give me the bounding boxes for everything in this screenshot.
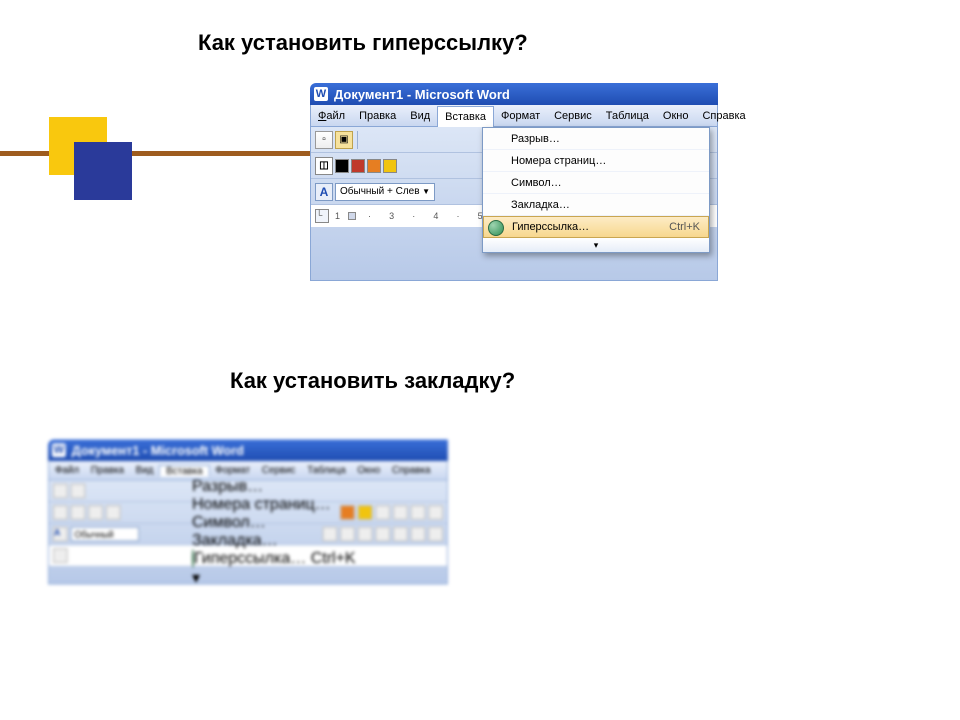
- color-swatch[interactable]: [367, 159, 381, 173]
- open-icon[interactable]: ▣: [335, 131, 353, 149]
- menu-insert[interactable]: Вставка: [437, 106, 494, 127]
- word-screenshot-hyperlink: W Документ1 - Microsoft Word ФФайлайл Пр…: [310, 83, 718, 281]
- menu-item-label: Закладка…: [511, 199, 570, 211]
- toolbar-icon[interactable]: [71, 484, 86, 499]
- style-select[interactable]: Обычный + Слев ▼: [335, 183, 435, 201]
- menu-table[interactable]: Таблица: [599, 105, 656, 126]
- toolbar-icon[interactable]: [71, 505, 86, 520]
- menu-bar: ФФайлайл Правка Вид Вставка Формат Серви…: [310, 105, 718, 127]
- title-bar: W Документ1 - Microsoft Word: [310, 83, 718, 105]
- menu-edit[interactable]: Правка: [352, 105, 403, 126]
- color-swatch[interactable]: [335, 159, 349, 173]
- menu-view[interactable]: Вид: [403, 105, 437, 126]
- menu-insert[interactable]: Вставка: [159, 464, 209, 476]
- menu-item-label: Разрыв…: [192, 478, 263, 495]
- menu-help[interactable]: Справка: [386, 465, 436, 476]
- menu-service[interactable]: Сервис: [256, 465, 301, 476]
- color-btn-icon[interactable]: ◫: [315, 157, 333, 175]
- menu-item-break[interactable]: Разрыв…: [483, 128, 709, 150]
- color-swatch[interactable]: [351, 159, 365, 173]
- menu-item-label: Символ…: [192, 514, 266, 531]
- expand-menu-icon[interactable]: ▾: [192, 568, 374, 588]
- chevron-down-icon: ▼: [422, 187, 430, 196]
- toolbar-icon[interactable]: [393, 505, 408, 520]
- deco-line: [0, 151, 310, 156]
- menu-item-page-numbers[interactable]: Номера страниц…: [192, 496, 374, 514]
- menu-item-page-numbers[interactable]: Номера страниц…: [483, 150, 709, 172]
- menu-edit[interactable]: Правка: [85, 465, 130, 476]
- ruler-tick: 4: [433, 211, 438, 221]
- expand-menu-icon[interactable]: ▾: [483, 238, 709, 252]
- toolbar-icon[interactable]: [53, 505, 68, 520]
- toolbar-icon[interactable]: [88, 505, 103, 520]
- tab-selector-icon[interactable]: [53, 548, 68, 563]
- font-icon[interactable]: A: [53, 527, 68, 542]
- menu-item-symbol[interactable]: Символ…: [483, 172, 709, 194]
- new-doc-icon[interactable]: ▫: [315, 131, 333, 149]
- menu-item-hyperlink[interactable]: Гиперссылка… Ctrl+K: [192, 550, 374, 568]
- toolbar-icon[interactable]: [393, 527, 408, 542]
- color-swatch[interactable]: [383, 159, 397, 173]
- menu-item-label: Номера страниц…: [192, 496, 331, 513]
- shortcut-label: Ctrl+K: [669, 221, 700, 233]
- toolbar-icon[interactable]: [428, 527, 443, 542]
- menu-item-hyperlink[interactable]: Гиперссылка… Ctrl+K: [483, 216, 709, 238]
- ruler-mark: 1: [335, 211, 340, 221]
- tab-selector-icon[interactable]: └: [315, 209, 329, 223]
- menu-item-bookmark[interactable]: Закладка…: [192, 532, 374, 550]
- separator: [357, 131, 358, 149]
- window-title: Документ1 - Microsoft Word: [72, 443, 244, 458]
- heading-hyperlink: Как установить гиперссылку?: [198, 30, 528, 56]
- title-bar: W Документ1 - Microsoft Word: [48, 439, 448, 461]
- menu-item-label: Закладка…: [192, 532, 278, 549]
- menu-item-symbol[interactable]: Символ…: [192, 514, 374, 532]
- menu-item-label: Символ…: [511, 177, 562, 189]
- style-select-label: Обычный + Слев: [340, 186, 420, 197]
- menu-window[interactable]: Окно: [352, 465, 387, 476]
- ruler-tick: 3: [389, 211, 394, 221]
- toolbar-icon[interactable]: [375, 505, 390, 520]
- toolbar-icon[interactable]: [411, 527, 426, 542]
- menu-service[interactable]: Сервис: [547, 105, 599, 126]
- menu-item-label: Номера страниц…: [511, 155, 606, 167]
- menu-item-label: Гиперссылка…: [512, 221, 589, 233]
- menu-file[interactable]: Файл: [49, 465, 85, 476]
- style-select[interactable]: Обычный: [71, 527, 140, 542]
- deco-square-blue: [74, 142, 132, 200]
- insert-menu-dropdown: Разрыв… Номера страниц… Символ… Закладка…: [482, 127, 710, 253]
- font-icon[interactable]: A: [315, 183, 333, 201]
- menu-help[interactable]: Справка: [695, 105, 752, 126]
- indent-marker-icon[interactable]: [348, 212, 356, 220]
- menu-item-label: Гиперссылка…: [194, 550, 306, 567]
- toolbar-icon[interactable]: [106, 505, 121, 520]
- insert-menu-dropdown-2: Разрыв… Номера страниц… Символ… Закладка…: [192, 478, 374, 588]
- menu-file[interactable]: ФФайлайл: [311, 105, 352, 126]
- shortcut-label: Ctrl+K: [311, 550, 356, 567]
- toolbar-icon[interactable]: [53, 484, 68, 499]
- toolbar-icon[interactable]: [375, 527, 390, 542]
- menu-item-label: Разрыв…: [511, 133, 560, 145]
- globe-icon: [488, 220, 504, 236]
- menu-item-break[interactable]: Разрыв…: [192, 478, 374, 496]
- menu-table[interactable]: Таблица: [301, 465, 351, 476]
- menu-item-bookmark[interactable]: Закладка…: [483, 194, 709, 216]
- word-app-icon: W: [52, 443, 66, 457]
- menu-window[interactable]: Окно: [656, 105, 696, 126]
- style-select-label: Обычный: [75, 529, 114, 539]
- menu-format[interactable]: Формат: [494, 105, 547, 126]
- window-title: Документ1 - Microsoft Word: [334, 87, 510, 102]
- menu-view[interactable]: Вид: [130, 465, 159, 476]
- word-app-icon: W: [314, 87, 328, 101]
- menu-format[interactable]: Формат: [209, 465, 256, 476]
- toolbar-icon[interactable]: [411, 505, 426, 520]
- toolbar-icon[interactable]: [428, 505, 443, 520]
- heading-bookmark: Как установить закладку?: [230, 368, 515, 394]
